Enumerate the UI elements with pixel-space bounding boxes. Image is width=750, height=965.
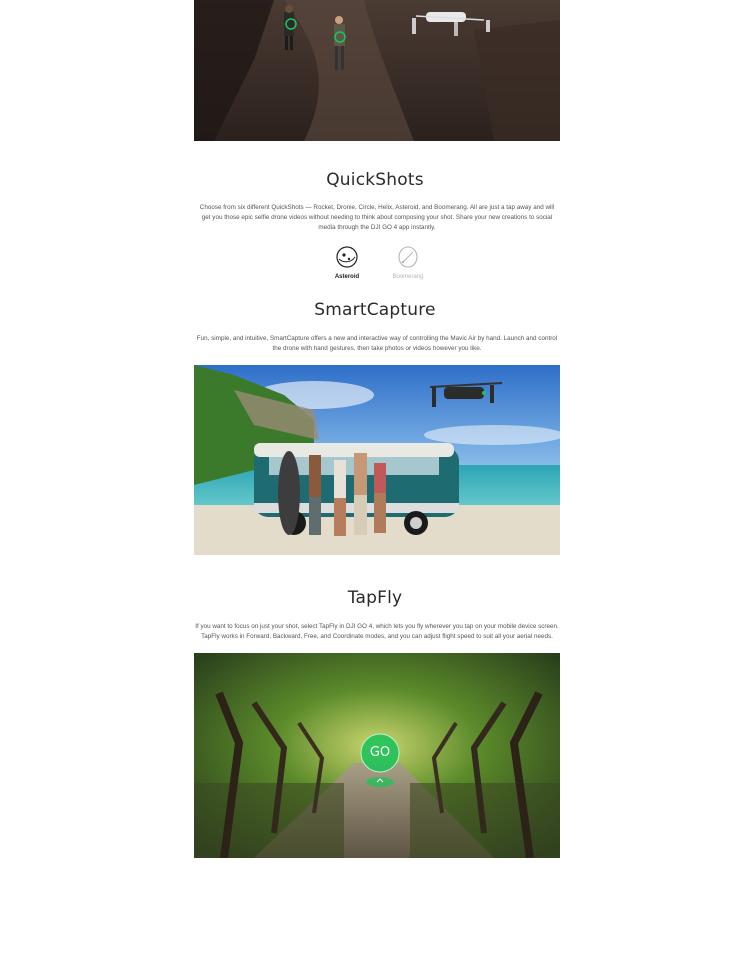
quickshot-option-asteroid[interactable]: Asteroid xyxy=(322,245,372,280)
hikers-drone-photo xyxy=(194,0,560,141)
quickshots-description: Choose from six different QuickShots — R… xyxy=(199,204,555,231)
beach-van-photo xyxy=(194,365,560,555)
boomerang-icon xyxy=(398,246,418,268)
quickshot-label-boomerang: Boomerang xyxy=(392,274,424,280)
quickshot-label-asteroid: Asteroid xyxy=(334,274,360,280)
quickshot-option-boomerang[interactable]: Boomerang xyxy=(383,245,433,280)
asteroid-icon xyxy=(336,246,358,268)
smartcapture-description: Fun, simple, and intuitive, SmartCapture… xyxy=(196,335,558,352)
tapfly-go-button[interactable]: GO xyxy=(359,733,401,791)
smartcapture-title: SmartCapture xyxy=(314,300,436,320)
tapfly-description: If you want to focus on just your shot, … xyxy=(195,623,559,640)
quickshots-title: QuickShots xyxy=(326,170,424,190)
go-button-graphic xyxy=(360,733,400,787)
tapfly-title: TapFly xyxy=(347,588,403,608)
